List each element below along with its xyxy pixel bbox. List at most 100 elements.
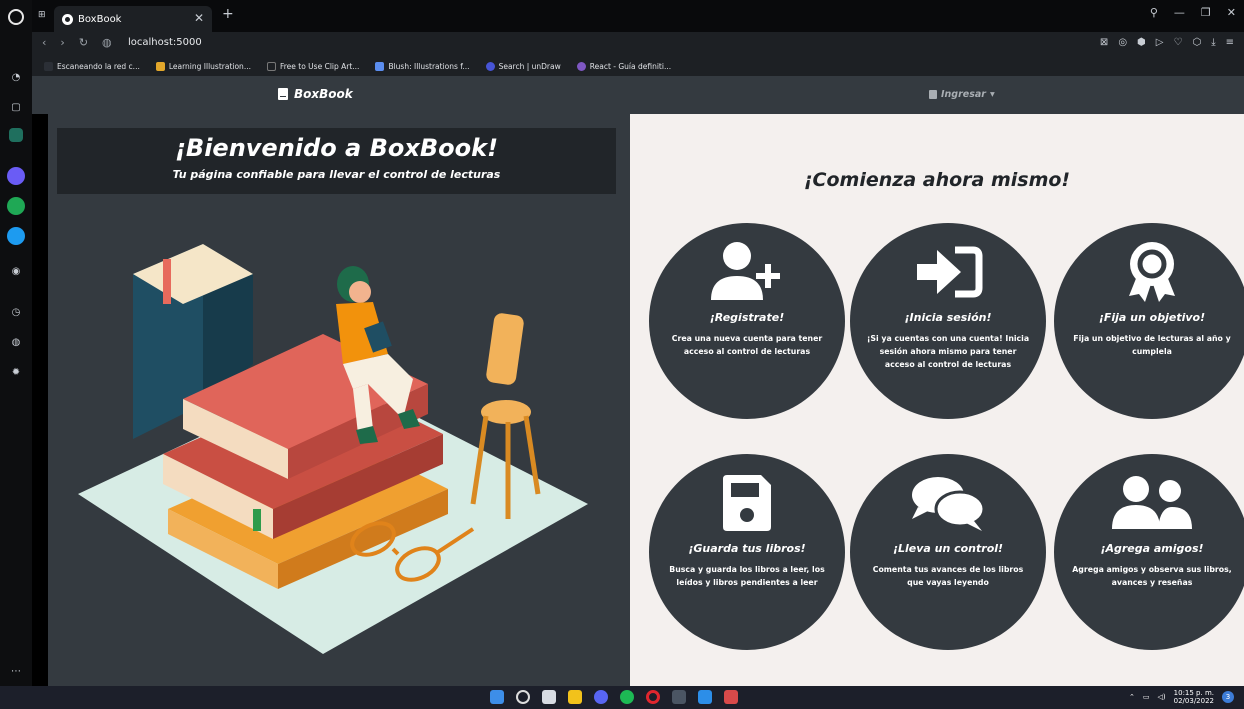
bookmark-item[interactable]: Free to Use Clip Art... xyxy=(266,61,359,71)
network-icon[interactable]: ▭ xyxy=(1143,693,1150,701)
bookmarks-bar: Escaneando la red c... Learning Illustra… xyxy=(32,56,1244,76)
opera-icon[interactable] xyxy=(646,690,660,704)
task-view-icon[interactable] xyxy=(542,690,556,704)
shield-icon[interactable]: ⬢ xyxy=(1137,37,1146,48)
bookmark-item[interactable]: Escaneando la red c... xyxy=(44,61,140,71)
site-info-icon[interactable]: ◍ xyxy=(102,36,112,49)
brand-name: BoxBook xyxy=(294,87,353,101)
feature-title: ¡Guarda tus libros! xyxy=(688,542,806,555)
brand-link[interactable]: BoxBook xyxy=(278,87,353,101)
feature-title: ¡Fija un objetivo! xyxy=(1098,311,1206,324)
feature-login[interactable]: ¡Inicia sesión! ¡Si ya cuentas con una c… xyxy=(850,223,1046,419)
app-icon[interactable] xyxy=(724,690,738,704)
tab-menu-icon[interactable]: ⊞ xyxy=(38,10,46,20)
close-tab-icon[interactable]: ✕ xyxy=(194,11,204,25)
address-bar: ‹ › ↻ ◍ localhost:5000 ⊠ ◎ ⬢ ▷ ♡ ⬡ ⤓ ≡ xyxy=(32,32,1244,56)
reading-illustration xyxy=(78,244,588,654)
window-controls: ⚲ — ❐ ✕ xyxy=(1150,6,1236,19)
welcome-banner: ¡Bienvenido a BoxBook! Tu página confiab… xyxy=(57,128,616,194)
search-tabs-icon[interactable]: ⚲ xyxy=(1150,6,1158,19)
bookmark-item[interactable]: Blush: Illustrations f... xyxy=(375,61,470,71)
bookmark-icon xyxy=(266,61,276,71)
feature-title: ¡Registrate! xyxy=(709,311,785,324)
cta-heading: ¡Comienza ahora mismo! xyxy=(803,169,1071,191)
start-icon[interactable] xyxy=(490,690,504,704)
opera-sidebar: ◔ ▢ ◉ ◷ ◍ ✹ ⋯ xyxy=(0,0,32,686)
player-icon[interactable]: ◉ xyxy=(7,262,25,280)
heart-icon[interactable]: ♡ xyxy=(1173,37,1182,48)
history-icon[interactable]: ◷ xyxy=(7,303,25,321)
search-icon[interactable] xyxy=(516,690,530,704)
camera-icon[interactable]: ◎ xyxy=(1118,37,1127,48)
clock-date: 02/03/2022 xyxy=(1173,697,1214,705)
twitch-icon[interactable] xyxy=(9,128,23,142)
bookmark-icon xyxy=(155,61,165,71)
chevron-up-icon[interactable]: ⌃ xyxy=(1129,693,1135,701)
extensions-icon[interactable]: ⬡ xyxy=(1192,37,1201,48)
bookmark-item[interactable]: React - Guía definiti... xyxy=(576,61,671,71)
id-card-icon xyxy=(929,90,937,99)
login-label: Ingresar xyxy=(941,89,986,100)
bookmark-icon xyxy=(485,61,495,71)
restore-icon[interactable]: ❐ xyxy=(1201,6,1211,19)
download-icon[interactable]: ⤓ xyxy=(1211,37,1215,48)
play-icon[interactable]: ▷ xyxy=(1156,37,1164,48)
feature-text: Busca y guarda los libros a leer, los le… xyxy=(669,565,825,587)
bookmark-icon xyxy=(375,61,385,71)
book-icon xyxy=(278,88,288,100)
whatsapp-icon[interactable] xyxy=(7,197,25,215)
vscode-icon[interactable] xyxy=(698,690,712,704)
twitter-icon[interactable] xyxy=(7,227,25,245)
opera-logo-icon[interactable] xyxy=(8,9,24,25)
award-icon xyxy=(1054,239,1244,305)
tab-title: BoxBook xyxy=(78,13,122,25)
welcome-title: ¡Bienvenido a BoxBook! xyxy=(174,134,499,162)
back-icon[interactable]: ‹ xyxy=(42,36,46,49)
close-window-icon[interactable]: ✕ xyxy=(1227,6,1236,19)
favicon-icon xyxy=(62,13,73,25)
bookmark-item[interactable]: Search | unDraw xyxy=(485,61,561,71)
notification-badge[interactable]: 3 xyxy=(1222,691,1234,703)
url-field[interactable]: localhost:5000 xyxy=(128,37,202,48)
volume-icon[interactable]: ◁) xyxy=(1158,693,1166,701)
feature-friends[interactable]: ¡Agrega amigos! Agrega amigos y observa … xyxy=(1054,454,1244,650)
feature-track[interactable]: ¡Lleva un control! Comenta tus avances d… xyxy=(850,454,1046,650)
bookmark-icon xyxy=(576,61,586,71)
feature-title: ¡Agrega amigos! xyxy=(1100,542,1204,555)
menu-icon[interactable]: ≡ xyxy=(1226,37,1234,48)
translate-icon[interactable]: ⊠ xyxy=(1100,37,1108,48)
settings-icon[interactable]: ✹ xyxy=(7,363,25,381)
discord-icon[interactable] xyxy=(594,690,608,704)
reload-icon[interactable]: ↻ xyxy=(79,36,88,49)
messenger-icon[interactable] xyxy=(7,167,25,185)
hero-panel: ¡Bienvenido a BoxBook! Tu página confiab… xyxy=(48,114,630,686)
app-navbar: BoxBook Ingresar ▾ xyxy=(32,76,1244,114)
terminal-icon[interactable] xyxy=(672,690,686,704)
user-plus-icon xyxy=(649,239,845,305)
bag-icon[interactable]: ▢ xyxy=(7,98,25,116)
tab-boxbook[interactable]: BoxBook ✕ xyxy=(54,6,212,32)
feature-text: Agrega amigos y observa sus libros, avan… xyxy=(1072,565,1232,587)
speed-dial-icon[interactable]: ◔ xyxy=(7,68,25,86)
box-icon[interactable]: ◍ xyxy=(7,333,25,351)
file-explorer-icon[interactable] xyxy=(568,690,582,704)
forward-icon[interactable]: › xyxy=(60,36,64,49)
minimize-icon[interactable]: — xyxy=(1174,6,1185,19)
spotify-icon[interactable] xyxy=(620,690,634,704)
feature-text: Fija un objetivo de lecturas al año y cu… xyxy=(1073,334,1231,356)
clock-time: 10:15 p. m. xyxy=(1173,689,1214,697)
new-tab-icon[interactable]: + xyxy=(222,6,234,22)
windows-taskbar: ⌃ ▭ ◁) 10:15 p. m. 02/03/2022 3 xyxy=(0,686,1244,709)
feature-register[interactable]: ¡Registrate! Crea una nueva cuenta para … xyxy=(649,223,845,419)
user-friends-icon xyxy=(1054,470,1244,536)
feature-save-books[interactable]: ¡Guarda tus libros! Busca y guarda los l… xyxy=(649,454,845,650)
clock[interactable]: 10:15 p. m. 02/03/2022 xyxy=(1174,689,1214,705)
login-dropdown[interactable]: Ingresar ▾ xyxy=(929,89,995,100)
feature-goal[interactable]: ¡Fija un objetivo! Fija un objetivo de l… xyxy=(1054,223,1244,419)
feature-title: ¡Lleva un control! xyxy=(892,542,1004,555)
nav-buttons: ‹ › ↻ ◍ xyxy=(42,36,112,49)
more-icon[interactable]: ⋯ xyxy=(7,662,25,680)
bookmark-item[interactable]: Learning Illustration... xyxy=(155,61,251,71)
bookmark-icon xyxy=(44,61,53,71)
tab-strip: ⊞ BoxBook ✕ + ⚲ — ❐ ✕ xyxy=(32,0,1244,32)
